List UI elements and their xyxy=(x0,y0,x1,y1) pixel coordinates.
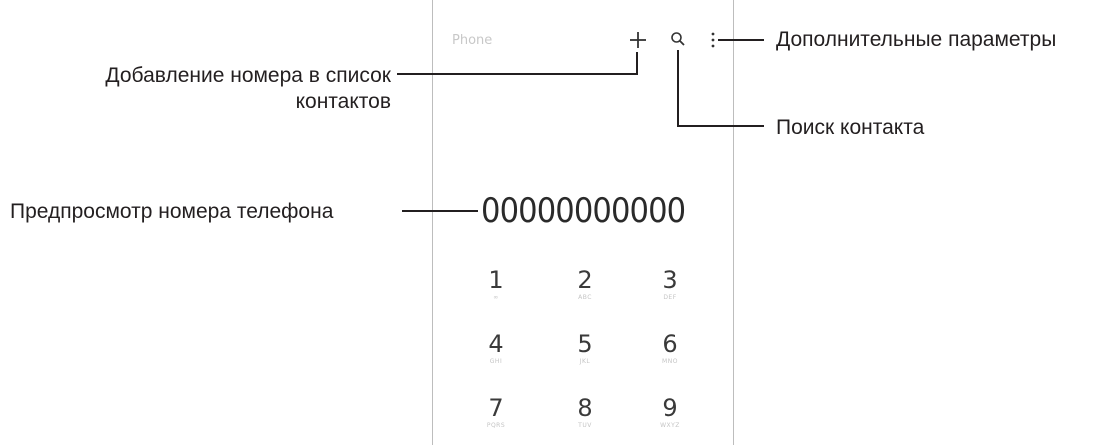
number-preview-callout: Предпросмотр номера телефона xyxy=(10,200,334,223)
more-options-callout: Дополнительные параметры xyxy=(776,28,1057,51)
search-contact-callout: Поиск контакта xyxy=(776,116,925,139)
add-contact-callout-line2: контактов xyxy=(295,90,391,113)
search-callout-line xyxy=(677,50,764,127)
add-contact-callout-line xyxy=(397,52,638,75)
add-contact-callout-line1: Добавление номера в список xyxy=(105,64,391,87)
add-contact-callout: Добавление номера в список контактов xyxy=(105,63,391,115)
